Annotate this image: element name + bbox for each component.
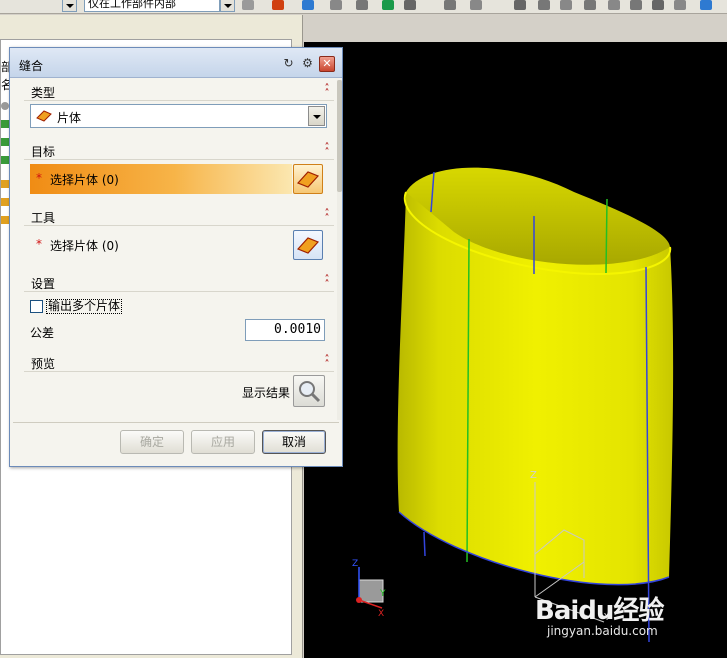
graphics-viewport[interactable]: Z Y Z X Y [304,42,727,658]
sheet-feature-icon[interactable] [1,216,9,224]
sheet-feature-icon[interactable] [1,198,9,206]
tool-selection-label: 选择片体 (0) [50,239,119,253]
spline-icon[interactable] [674,0,686,10]
snap-end-icon[interactable] [470,0,482,10]
ok-button[interactable]: 确定 [120,430,184,454]
slash-icon[interactable] [652,0,664,10]
type-selected-value: 片体 [57,111,82,125]
close-button[interactable]: ✕ [319,56,335,72]
scrollbar-thumb[interactable] [337,80,342,192]
magnifier-icon [299,381,321,403]
triad-x-label: X [378,609,384,619]
node-icon[interactable] [1,102,9,110]
output-multiple-label[interactable]: 输出多个片体 [46,299,123,314]
show-result-button[interactable] [293,375,325,407]
preview-group-title: 预览 [31,357,56,371]
dialog-title: 缝合 [19,59,44,73]
wcs-z-label: Z [530,470,537,481]
required-star-icon: * [36,171,42,185]
select-tool-button[interactable] [293,230,323,260]
watermark-url: jingyan.baidu.com [547,624,658,638]
tool-group-title: 工具 [31,211,56,225]
show-result-label: 显示结果 [242,386,291,400]
plus-icon[interactable] [630,0,642,10]
box-select-icon[interactable] [404,0,416,10]
type-group-header[interactable]: 类型 ˄ ˄ [24,83,334,101]
target-selection-row[interactable]: * 选择片体 (0) [30,164,292,194]
collapse-icon[interactable]: ˄ ˄ [322,209,332,224]
sheet-body-icon [36,110,52,122]
collapse-icon[interactable]: ˄ ˄ [322,143,332,158]
collapse-icon[interactable]: ˄ ˄ [322,84,332,99]
line-icon[interactable] [514,0,526,10]
type-dropdown-button[interactable] [308,106,325,126]
seam-line [423,531,426,557]
select-target-button[interactable] [293,164,323,194]
check-icon[interactable] [1,120,9,128]
sheet-body-icon [296,237,320,254]
tolerance-input[interactable]: 0.0010 [245,319,325,341]
seam-line [605,198,608,274]
settings-group-title: 设置 [31,277,56,291]
dialog-titlebar[interactable]: 缝合 ↻ ⚙ ✕ [10,48,342,78]
settings-gear-icon[interactable]: ⚙ [300,56,315,71]
model-render: Z Y Z X Y [352,167,674,643]
selection-filter-dropdown-button[interactable] [220,0,235,12]
quadrant-icon[interactable] [560,0,572,10]
filter-icon[interactable] [272,0,284,10]
snap-point-icon[interactable] [444,0,456,10]
sheet-feature-icon[interactable] [1,180,9,188]
watermark-logo: Baidu经验 [535,596,664,626]
output-multiple-checkbox[interactable] [30,300,43,313]
layer-icon[interactable] [700,0,712,10]
required-star-icon: * [36,237,42,251]
top-toolbar: 仅在工作部件内部 [0,0,727,14]
preview-group-header[interactable]: 预览 ˄ ˄ [24,354,334,372]
collapse-icon[interactable]: ˄ ˄ [322,355,332,370]
target-group-title: 目标 [31,145,56,159]
undo-icon[interactable] [302,0,314,10]
check-icon[interactable] [1,156,9,164]
tool-selection-row[interactable]: * 选择片体 (0) [30,230,292,260]
arc-icon[interactable] [538,0,550,10]
reset-icon[interactable]: ↻ [281,56,296,71]
sheet-body-icon [296,171,320,188]
tolerance-label: 公差 [30,326,55,340]
snap-icon[interactable] [242,0,254,10]
target-group-header[interactable]: 目标 ˄ ˄ [24,142,334,160]
footer-divider [13,422,339,423]
collapse-icon[interactable]: ˄ ˄ [322,275,332,290]
dialog-scrollbar[interactable] [337,80,342,420]
circle-center-icon[interactable] [584,0,596,10]
settings-group-header[interactable]: 设置 ˄ ˄ [24,274,334,292]
dropdown-arrow-button[interactable] [62,0,77,12]
view-triad [356,567,384,609]
cancel-button[interactable]: 取消 [262,430,326,454]
sew-dialog: 缝合 ↻ ⚙ ✕ 类型 ˄ ˄ 片体 目标 ˄ ˄ * 选择片体 (0) 工具 … [9,47,343,467]
cube-icon[interactable] [330,0,342,10]
selection-filter-combo[interactable]: 仅在工作部件内部 [84,0,220,12]
target-icon[interactable] [608,0,620,10]
type-group-title: 类型 [31,86,56,100]
triad-y-label: Y [379,589,386,599]
crosshair-icon[interactable] [356,0,368,10]
tool-group-header[interactable]: 工具 ˄ ˄ [24,208,334,226]
type-select[interactable]: 片体 [30,104,327,128]
triad-z-label: Z [352,559,358,569]
check-icon[interactable] [1,138,9,146]
apply-button[interactable]: 应用 [191,430,255,454]
watermark: Baidu经验 jingyan.baidu.com [535,590,664,638]
target-selection-label: 选择片体 (0) [50,173,119,187]
point-icon[interactable] [382,0,394,10]
